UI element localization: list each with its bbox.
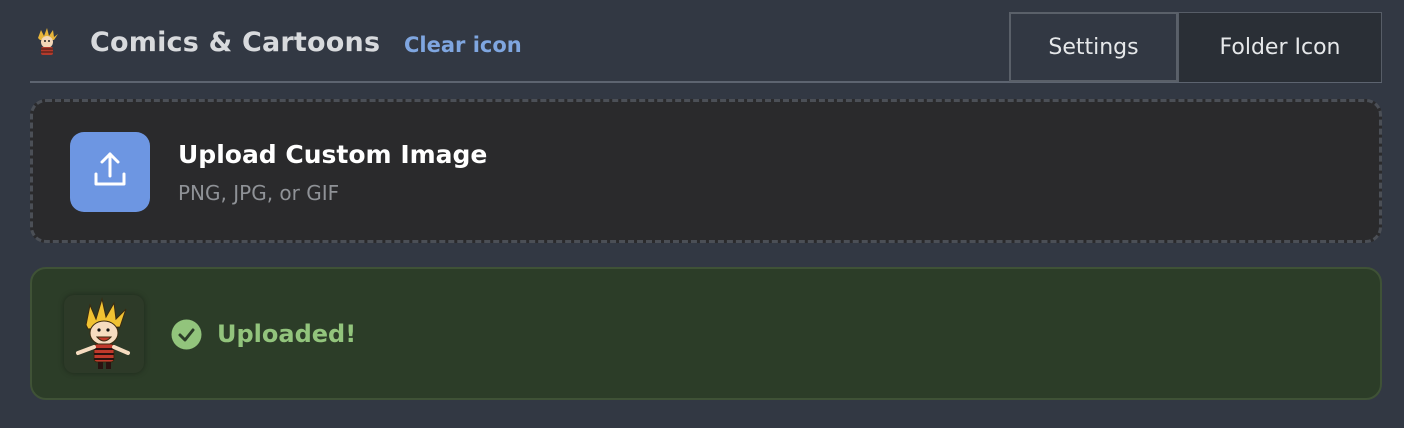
calvin-character-icon <box>34 28 60 58</box>
upload-title: Upload Custom Image <box>178 140 488 169</box>
check-circle-icon <box>171 319 202 350</box>
tab-bar: Settings Folder Icon <box>1009 12 1382 83</box>
tab-folder-icon-label: Folder Icon <box>1219 35 1341 60</box>
upload-button[interactable] <box>70 132 150 212</box>
clear-icon-link[interactable]: Clear icon <box>404 33 522 57</box>
upload-success-panel: Uploaded! <box>30 267 1382 400</box>
upload-status-text: Uploaded! <box>217 320 357 348</box>
tab-settings-label: Settings <box>1048 34 1139 60</box>
tab-folder-icon[interactable]: Folder Icon <box>1178 12 1382 82</box>
upload-dropzone[interactable]: Upload Custom Image PNG, JPG, or GIF <box>30 99 1382 243</box>
upload-subtitle: PNG, JPG, or GIF <box>178 181 340 205</box>
calvin-character-thumbnail <box>64 295 144 373</box>
upload-icon <box>88 148 132 196</box>
page-title: Comics & Cartoons <box>90 27 381 58</box>
header: Comics & Cartoons Clear icon Settings Fo… <box>30 12 1382 83</box>
tab-settings[interactable]: Settings <box>1009 12 1178 82</box>
